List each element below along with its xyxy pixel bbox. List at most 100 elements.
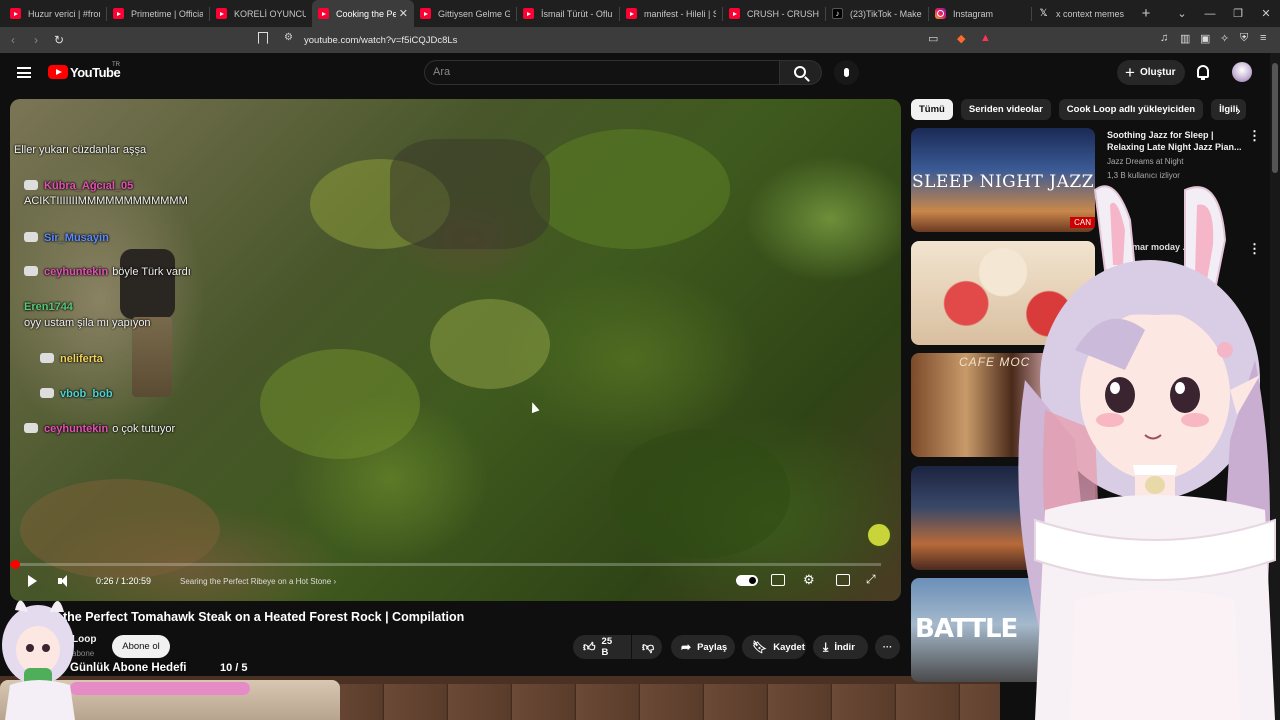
chip-series[interactable]: Seriden videolar — [960, 99, 1051, 120]
rec-meta: 1,3 B kullanıcı izliyor — [1107, 171, 1180, 180]
search-placeholder: Ara — [433, 66, 451, 78]
save-button[interactable]: 🔖︎ Kaydet — [742, 635, 806, 659]
youtube-icon — [626, 8, 637, 19]
voice-search-icon[interactable] — [834, 60, 859, 85]
chat-message: ACIKTIIIIIIIMMMMMMMMMMMM — [24, 195, 188, 207]
account-avatar[interactable] — [1232, 62, 1252, 82]
subtitles-icon[interactable] — [771, 574, 785, 586]
chat-message: Eren1744 — [24, 301, 73, 313]
chat-message: vbob_bob — [40, 388, 117, 400]
vpn-icon[interactable]: ⛨ — [1240, 32, 1248, 45]
tab-5[interactable]: Gittiysen Gelme Ge — [414, 0, 516, 27]
chat-message: Sir_Musayin — [24, 232, 113, 244]
tab-9[interactable]: (23)TikTok - Make Y — [826, 0, 928, 27]
media-icon[interactable]: ♫ — [1160, 32, 1168, 44]
like-button[interactable]: 👍︎ 25 B — [573, 635, 631, 659]
video-title: the Perfect Tomahawk Steak on a Heated F… — [63, 610, 465, 624]
address-bar[interactable]: youtube.com/watch?v=f5iCQJDc8Ls — [256, 29, 1026, 51]
tab-2[interactable]: Primetime | Official — [107, 0, 209, 27]
share-icon: ➦ — [681, 640, 692, 654]
related-filter-chips: Tümü Seriden videolar Cook Loop adlı yük… — [911, 99, 1247, 121]
tab-3[interactable]: KORELİ OYUNCUDA — [210, 0, 312, 27]
rec-channel[interactable]: Jazz Dreams at Night — [1107, 157, 1183, 166]
browser-tab-strip: Huzur verici | #fron Primetime | Officia… — [0, 0, 1280, 27]
reload-icon[interactable]: ↻ — [49, 33, 69, 47]
notifications-bell-icon[interactable] — [1197, 65, 1209, 80]
tab-8[interactable]: CRUSH - CRUSH! | — [723, 0, 825, 27]
badge-icon — [40, 353, 54, 363]
youtube-icon — [420, 8, 431, 19]
window-controls: ⌄ — ❐ ✕ — [1168, 0, 1280, 27]
sidebar-icon[interactable]: ▥ — [1180, 32, 1190, 45]
youtube-icon — [10, 8, 21, 19]
tab-4-active[interactable]: Cooking the Pe ✕ — [312, 0, 414, 27]
chat-message: ceyhuntekin böyle Türk vardı — [24, 266, 191, 278]
guide-menu-icon[interactable] — [17, 67, 31, 78]
time-display: 0:26 / 1:20:59 — [96, 576, 152, 586]
search-button[interactable] — [780, 60, 822, 85]
badge-icon — [24, 180, 38, 190]
download-icon: ⤓ — [823, 639, 829, 654]
channel-watermark — [866, 522, 892, 548]
tab-10[interactable]: Instagram — [929, 0, 1031, 27]
menu-icon[interactable]: ≡ — [1260, 32, 1266, 44]
subscriber-goal-count: 10 / 5 — [220, 662, 248, 674]
wallet-icon[interactable]: ▣ — [1200, 32, 1210, 45]
play-icon[interactable] — [28, 575, 37, 587]
tab-search-button[interactable]: ⌄ — [1168, 7, 1196, 20]
rec-title[interactable]: Soothing Jazz for Sleep | Relaxing Late … — [1107, 129, 1247, 153]
subscriber-goal-bar — [70, 682, 250, 695]
create-button[interactable]: + Oluştur — [1117, 60, 1185, 85]
leo-ai-icon[interactable]: ✧ — [1220, 32, 1229, 45]
back-icon[interactable]: ‹ — [3, 33, 23, 47]
subscriber-goal-label: Günlük Abone Hedefi — [70, 662, 187, 674]
tab-1[interactable]: Huzur verici | #fron — [4, 0, 106, 27]
dislike-button[interactable]: 👎︎ — [632, 635, 662, 659]
settings-gear-icon[interactable]: ⚙ — [803, 572, 815, 588]
thumbs-down-icon: 👎︎ — [642, 639, 655, 654]
rec-more-icon[interactable]: ⋮ — [1248, 128, 1261, 144]
thumbs-up-icon: 👍︎ — [583, 639, 596, 654]
chapter-title[interactable]: Searing the Perfect Ribeye on a Hot Ston… — [180, 577, 336, 586]
forward-icon[interactable]: › — [26, 33, 46, 47]
country-code: TR — [112, 62, 120, 68]
seek-bar[interactable] — [10, 560, 881, 569]
volume-icon[interactable] — [58, 575, 70, 587]
seek-handle[interactable] — [10, 560, 20, 569]
youtube-icon — [318, 8, 329, 19]
new-tab-button[interactable]: + — [1134, 5, 1158, 22]
youtube-logo-icon[interactable] — [48, 65, 68, 79]
chip-uploader[interactable]: Cook Loop adlı yükleyiciden — [1058, 99, 1204, 120]
youtube-icon — [523, 8, 534, 19]
badge-icon — [24, 232, 38, 242]
brave-rewards-icon[interactable]: ▲ — [980, 32, 991, 44]
autoplay-toggle[interactable] — [736, 575, 758, 586]
badge-icon — [40, 388, 54, 398]
chevron-right-icon[interactable]: › — [1236, 102, 1241, 118]
video-player[interactable] — [10, 99, 901, 601]
youtube-icon — [729, 8, 740, 19]
vtuber-avatar — [1018, 185, 1276, 720]
tab-6[interactable]: İsmail Türüt - Oflu — [517, 0, 619, 27]
close-window-button[interactable]: ✕ — [1252, 7, 1280, 20]
theater-mode-icon[interactable] — [836, 574, 850, 586]
tab-7[interactable]: manifest - Hileli | S — [620, 0, 722, 27]
share-button[interactable]: ➦ Paylaş — [671, 635, 735, 659]
chat-message: neliferta — [40, 353, 107, 365]
site-info-icon[interactable]: ⚙ — [284, 32, 293, 43]
cast-icon[interactable]: ▭ — [928, 32, 938, 45]
search-input[interactable] — [424, 60, 780, 85]
chip-all[interactable]: Tümü — [911, 99, 953, 120]
maximize-button[interactable]: ❐ — [1224, 7, 1252, 20]
bookmark-icon: 🔖︎ — [752, 640, 768, 654]
brave-shield-icon[interactable]: ◆ — [957, 32, 965, 45]
subscribe-button[interactable]: Abone ol — [112, 635, 170, 658]
tab-11[interactable]: x context memes — [1032, 0, 1134, 27]
close-tab-icon[interactable]: ✕ — [399, 7, 408, 20]
instagram-icon — [935, 8, 946, 19]
minimize-button[interactable]: — — [1196, 8, 1224, 20]
fullscreen-icon[interactable]: ⤢ — [866, 572, 876, 587]
download-button[interactable]: ⤓ İndir — [813, 635, 868, 659]
chat-message: Eller yukarı cüzdanlar aşşa — [14, 144, 147, 156]
more-actions-button[interactable]: ··· — [875, 635, 900, 659]
